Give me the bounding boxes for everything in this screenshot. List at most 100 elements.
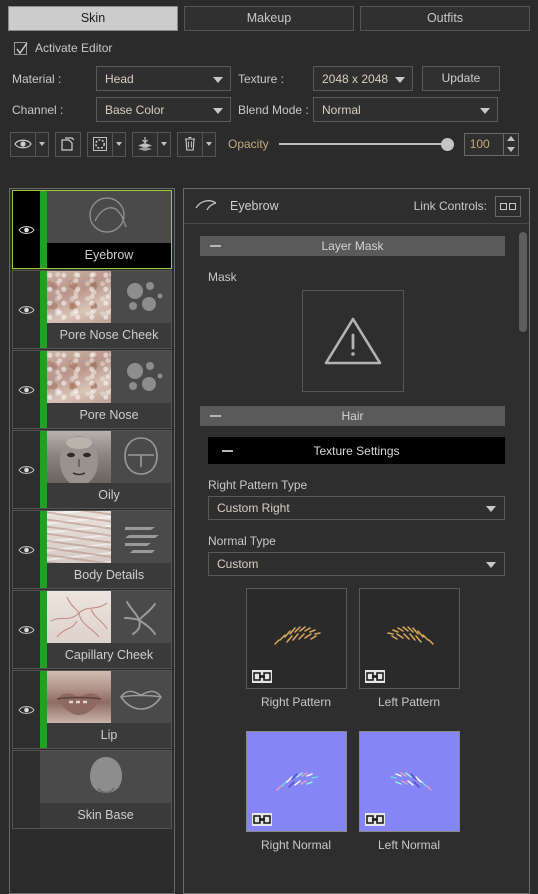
layer-row-pore-nose[interactable]: Pore Nose [12,350,172,429]
head-icon [124,437,158,475]
warning-icon [324,317,381,365]
veins-icon [124,601,156,635]
link-icon[interactable] [251,670,272,683]
layer-list[interactable]: Eyebrow Pore Nose Cheek Pore Nose Oily B… [9,188,175,894]
texture-label: Texture : [238,71,285,86]
chain-link-icon [364,670,385,683]
tab-skin[interactable]: Skin [8,6,178,31]
tab-outfits[interactable]: Outfits [360,6,530,31]
normal-type-dropdown[interactable]: Custom [208,552,505,576]
tab-makeup[interactable]: Makeup [184,6,354,31]
section-texture-settings-label: Texture Settings [313,443,400,458]
opacity-slider-track [278,143,454,145]
duplicate-icon [61,137,75,151]
merge-dropdown-arrow[interactable] [158,131,171,157]
properties-scrollbar-thumb[interactable] [519,232,527,332]
duplicate-button[interactable] [55,131,81,157]
stepper-up-icon[interactable] [506,136,515,142]
right-pattern-tile[interactable] [245,588,347,689]
selection-button[interactable] [87,131,113,157]
material-dropdown[interactable]: Head [96,66,231,91]
layer-row-oily[interactable]: Oily [12,430,172,509]
left-pattern-tile[interactable] [358,588,460,689]
layer-preview [47,351,111,403]
chevron-down-icon [486,562,496,568]
update-button[interactable]: Update [422,66,500,91]
right-normal-tile-wrap: Right Normal [245,731,347,852]
layer-type-icon-cell [111,511,171,563]
chevron-down-icon [395,76,405,83]
main-area: Eyebrow Pore Nose Cheek Pore Nose Oily B… [0,188,538,894]
texture-value: 2048 x 2048 [322,71,389,86]
layer-row-eyebrow[interactable]: Eyebrow [12,190,172,269]
layer-visibility-toggle[interactable] [13,191,40,268]
eye-icon [18,305,35,314]
section-hair[interactable]: Hair [200,406,505,426]
texture-dropdown[interactable]: 2048 x 2048 [313,66,413,91]
eye-icon [18,385,35,394]
section-texture-settings[interactable]: Texture Settings [208,437,505,464]
properties-body: Layer Mask Mask Hair Texture Settings Ri… [184,224,529,893]
lips-icon [120,690,162,710]
layer-row-capillary-cheek[interactable]: Capillary Cheek [12,590,172,669]
link-square-left-icon [500,202,507,210]
layer-name: Capillary Cheek [47,643,171,668]
layer-visibility-toggle[interactable] [13,431,40,508]
visibility-button[interactable] [10,131,36,157]
right-normal-tile[interactable] [245,731,347,832]
check-icon [16,42,28,54]
layer-preview [47,591,111,643]
activate-editor-checkbox[interactable] [14,41,28,55]
selection-dropdown-arrow[interactable] [113,131,126,157]
opacity-slider-knob[interactable] [440,138,454,151]
left-normal-tile[interactable] [358,731,460,832]
layer-visibility-toggle[interactable] [13,271,40,348]
delete-dropdown-arrow[interactable] [203,131,216,157]
eye-icon [18,465,35,474]
link-square-right-icon [509,202,516,210]
opacity-stepper[interactable] [503,132,519,156]
layer-name: Pore Nose [47,403,171,428]
layer-visibility-toggle[interactable] [13,511,40,588]
channel-dropdown[interactable]: Base Color [96,97,231,122]
section-layer-mask[interactable]: Layer Mask [200,236,505,256]
pattern-tiles-row: Right Pattern Left Pattern [200,588,505,719]
right-pattern-type-dropdown[interactable]: Custom Right [208,496,505,520]
blend-mode-value: Normal [322,102,361,117]
layer-visibility-toggle[interactable] [13,591,40,668]
layer-thumbnails: Eyebrow [47,191,171,268]
link-icon[interactable] [364,813,385,826]
opacity-input[interactable]: 100 [463,132,504,156]
material-value: Head [105,71,134,86]
link-controls-button[interactable] [495,195,521,217]
layer-thumbnails: Body Details [47,511,171,588]
blend-mode-dropdown[interactable]: Normal [313,97,498,122]
layer-thumbnails: Pore Nose Cheek [47,271,171,348]
opacity-slider[interactable] [278,137,454,151]
merge-layers-button[interactable] [132,131,158,157]
activate-editor-row[interactable]: Activate Editor [0,31,538,63]
visibility-dropdown-arrow[interactable] [36,131,49,157]
layer-row-body-details[interactable]: Body Details [12,510,172,589]
normal-tiles-row: Right Normal Left Normal [200,731,505,852]
layer-visibility-toggle[interactable] [13,351,40,428]
layer-row-skin-base[interactable]: Skin Base [12,750,172,829]
stepper-down-icon[interactable] [506,146,515,152]
eye-icon [14,139,32,149]
left-normal-caption: Left Normal [377,838,441,852]
delete-button[interactable] [177,131,203,157]
trash-icon [185,136,195,151]
properties-header: Eyebrow Link Controls: [184,189,529,224]
mask-preview[interactable] [301,290,404,392]
merge-layers-icon [138,137,152,151]
link-icon[interactable] [251,813,272,826]
left-pattern-tile-wrap: Left Pattern [358,588,460,709]
layer-row-lip[interactable]: Lip [12,670,172,749]
layer-row-pore-nose-cheek[interactable]: Pore Nose Cheek [12,270,172,349]
panel-splitter[interactable] [175,188,183,894]
left-pattern-caption: Left Pattern [377,695,441,709]
layer-type-icon-cell [111,271,171,323]
layer-visibility-toggle[interactable] [13,751,40,828]
layer-visibility-toggle[interactable] [13,671,40,748]
link-icon[interactable] [364,670,385,683]
